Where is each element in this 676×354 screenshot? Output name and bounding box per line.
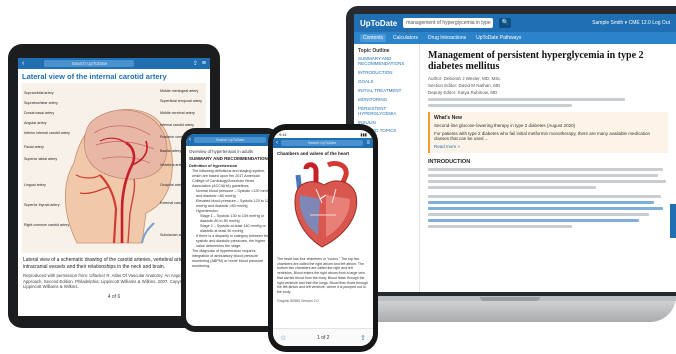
text-line <box>428 212 649 216</box>
laptop-notch <box>480 297 540 301</box>
phone-left-toolbar: ‹ Search UpToDate ≡ <box>186 134 276 146</box>
tab-pathways[interactable]: UpToDate Pathways <box>473 34 524 42</box>
toc-item[interactable]: INTRODUCTION <box>358 70 415 76</box>
bullet-text: Stage 2 – Systolic at least 140 mmHg or … <box>200 223 266 233</box>
status-bar: 9:41 ▮▮▮ <box>273 130 373 138</box>
status-time: 9:41 <box>279 132 287 137</box>
page-indicator: 1 of 2 <box>316 334 330 341</box>
phone-right-screen: 9:41 ▮▮▮ ‹ Search UpToDate ≡ Chambers an… <box>273 130 373 346</box>
text-line <box>428 185 596 189</box>
whats-new-heading: What's New <box>434 115 462 121</box>
text-line <box>428 173 659 177</box>
figure-title: Lateral view of the internal carotid art… <box>22 72 167 81</box>
topic-title: Management of persistent hyperglycemia i… <box>428 50 644 72</box>
read-more-link[interactable]: Read more » <box>434 144 664 150</box>
toc-item[interactable]: INITIAL TREATMENT <box>358 88 415 94</box>
chevron-left-icon[interactable]: ‹ <box>22 60 24 67</box>
chevron-left-icon[interactable]: ‹ <box>189 137 191 143</box>
whats-new-text: For patients with type 2 diabetes who fa… <box>434 130 651 142</box>
carotid-anatomy-figure: Supraorbital artery Supratrochlear arter… <box>22 83 210 253</box>
toc-item[interactable]: SUMMARY AND RECOMMENDATIONS <box>358 56 415 67</box>
graphic-id: Graphic 80580 Version 2.0 <box>277 298 319 303</box>
figure-label: Middle meningeal artery <box>160 89 199 93</box>
text-line <box>428 98 625 101</box>
share-icon[interactable]: ⇪ <box>360 334 366 342</box>
toc-item[interactable]: PERSISTENT HYPERGLYCEMIA <box>358 106 415 117</box>
figure-label: Dorsal nasal artery <box>24 111 55 115</box>
topic-content: Management of persistent hyperglycemia i… <box>420 44 676 292</box>
whats-new-subheading[interactable]: Second-line glucose-lowering therapy in … <box>434 123 664 129</box>
deputy-editor-line: Deputy Editor: Katya Rubinow, MD <box>428 90 498 95</box>
share-icon[interactable]: ⇪ <box>193 60 198 67</box>
toc-item[interactable]: MONITORING <box>358 97 415 103</box>
search-input[interactable]: Search UpToDate <box>194 137 267 143</box>
tab-contents[interactable]: Contents <box>360 34 387 42</box>
figure-label: Inferior internal carotid artery <box>24 131 70 135</box>
laptop-header: UpToDate management of hyperglycemia in … <box>354 14 676 36</box>
feedback-tab[interactable] <box>670 204 676 238</box>
app-logo[interactable]: UpToDate <box>360 19 397 28</box>
figure-label: Angular artery <box>24 121 47 125</box>
text-line <box>428 194 661 198</box>
bullet-text: The following definitions and staging sy… <box>192 169 266 188</box>
figure-label: Superior thyroid artery <box>24 203 60 207</box>
phone-left-screen: ‹ Search UpToDate ≡ Overview of hyperten… <box>186 134 276 326</box>
topic-breadcrumb: Overview of hypertension in adults <box>189 149 254 154</box>
subsection-heading: Definition of hypertension <box>189 163 238 168</box>
figure-caption: The heart has four chambers or "rooms." … <box>277 257 369 295</box>
search-button[interactable]: 🔍 <box>499 18 512 28</box>
laptop-screen: UpToDate management of hyperglycemia in … <box>354 14 676 292</box>
figure-label: Middle cerebral artery <box>160 111 195 115</box>
figure-label: Superficial temporal artery <box>160 99 202 103</box>
section-introduction: INTRODUCTION <box>428 158 471 165</box>
tab-drug-interactions[interactable]: Drug Interactions <box>425 34 469 42</box>
main-nav: Contents Calculators Drug Interactions U… <box>354 32 676 44</box>
figure-label: Lingual artery <box>24 183 46 187</box>
figure-label: Internal carotid artery <box>160 123 194 127</box>
figure-label: Basilar artery <box>160 149 182 153</box>
phone-right-toolbar: ‹ Search UpToDate ≡ <box>273 138 373 148</box>
chevron-left-icon[interactable]: ‹ <box>276 140 278 146</box>
link-line[interactable] <box>428 200 654 204</box>
link-line[interactable] <box>428 206 664 210</box>
tablet-toolbar: ‹ Search UpToDate ⇪ ≡ <box>18 58 210 69</box>
head-anatomy-illustration <box>64 108 173 244</box>
bottom-toolbar: ☆ 1 of 2 ⇪ <box>273 328 373 346</box>
bullet-text: Normal blood pressure – Systolic <120 mm… <box>196 188 272 198</box>
text-line <box>428 167 664 171</box>
bullet-text: Elevated blood pressure – Systolic 120 t… <box>196 198 272 208</box>
menu-icon[interactable]: ≡ <box>366 140 370 146</box>
user-menu[interactable]: Sample Smith ▾ CME 12.0 Log Out <box>592 20 670 26</box>
heart-illustration <box>294 160 358 248</box>
figure-label: Facial artery <box>24 145 44 149</box>
signal-icon: ▮▮▮ <box>360 132 367 137</box>
menu-icon[interactable]: ≡ <box>202 60 206 67</box>
toc-item[interactable]: GOALS <box>358 79 415 85</box>
text-line <box>428 179 666 183</box>
whats-new-box: What's New Second-line glucose-lowering … <box>428 112 668 153</box>
link-line[interactable] <box>428 218 640 222</box>
text-line <box>428 224 572 228</box>
author-line: Author: Deborah J Wexler, MD, MSc <box>428 76 501 81</box>
heart-figure <box>276 159 370 255</box>
text-line <box>428 104 572 107</box>
device-composition: UpToDate management of hyperglycemia in … <box>0 0 676 354</box>
figure-label: Supratrochlear artery <box>24 101 58 105</box>
bullet-text: Stage 1 – Systolic 130 to 139 mmHg or di… <box>200 213 265 223</box>
figure-label: Superior labial artery <box>24 157 58 161</box>
section-heading: SUMMARY AND RECOMMENDATIONS <box>189 156 271 161</box>
star-icon[interactable]: ☆ <box>280 334 286 342</box>
search-input[interactable]: Search UpToDate <box>281 140 364 146</box>
tab-calculators[interactable]: Calculators <box>390 34 421 42</box>
search-input[interactable]: management of hyperglycemia in type 2 <box>403 18 494 36</box>
figure-label: Right common carotid artery <box>24 223 70 227</box>
bullet-text: If there is a disparity in category betw… <box>196 233 270 248</box>
figure-label: Supraorbital artery <box>24 91 54 95</box>
bullet-text: The diagnosis of hypertension requires i… <box>192 248 264 268</box>
section-editor-line: Section Editor: David M Nathan, MD <box>428 83 501 88</box>
search-input[interactable]: Search UpToDate <box>44 60 135 67</box>
topic-outline-title: Topic Outline <box>358 48 390 54</box>
figure-title: Chambers and valves of the heart <box>277 151 350 156</box>
